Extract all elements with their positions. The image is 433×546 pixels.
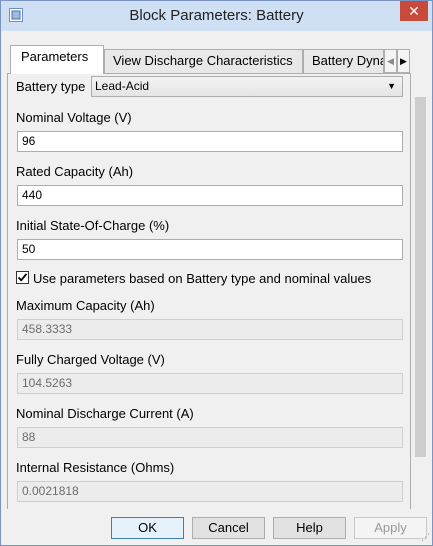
use-preset-checkbox[interactable] (16, 271, 29, 284)
checkmark-icon (17, 273, 28, 282)
battery-type-select[interactable]: Lead-Acid ▼ (91, 76, 403, 97)
button-bar: OK Cancel Help Apply ⋰ (1, 509, 432, 545)
resize-grip-icon[interactable]: ⋰ (421, 532, 430, 543)
tab-view-discharge-characteristics[interactable]: View Discharge Characteristics (104, 49, 303, 73)
scrollbar-thumb[interactable] (415, 97, 426, 457)
nominal-discharge-current-label: Nominal Discharge Current (A) (16, 406, 194, 421)
maximum-capacity-label: Maximum Capacity (Ah) (16, 298, 155, 313)
internal-resistance-label: Internal Resistance (Ohms) (16, 460, 175, 475)
dialog-window: Block Parameters: Battery ✕ Parameters V… (0, 0, 433, 546)
dialog-body: Parameters View Discharge Characteristic… (7, 31, 427, 509)
tab-battery-dynamics[interactable]: Battery Dyna (303, 49, 384, 73)
help-button[interactable]: Help (273, 517, 346, 539)
nominal-voltage-field[interactable]: 96 (17, 131, 403, 152)
nominal-discharge-current-field: 88 (17, 427, 403, 448)
vertical-scrollbar[interactable] (414, 47, 427, 509)
rated-capacity-label: Rated Capacity (Ah) (16, 164, 134, 179)
maximum-capacity-field: 458.3333 (17, 319, 403, 340)
internal-resistance-field: 0.0021818 (17, 481, 403, 502)
use-preset-label: Use parameters based on Battery type and… (33, 271, 372, 286)
close-button[interactable]: ✕ (400, 1, 428, 21)
initial-soc-label: Initial State-Of-Charge (%) (16, 218, 170, 233)
battery-type-value: Lead-Acid (95, 79, 150, 93)
tab-parameters[interactable]: Parameters (10, 45, 104, 74)
cancel-button[interactable]: Cancel (192, 517, 265, 539)
tab-scroll-right-icon[interactable]: ▶ (397, 49, 410, 73)
parameters-panel: Battery type Lead-Acid ▼ Nominal Voltage… (7, 73, 411, 509)
fully-charged-voltage-field: 104.5263 (17, 373, 403, 394)
tab-bar: Parameters View Discharge Characteristic… (7, 45, 413, 74)
title-bar[interactable]: Block Parameters: Battery ✕ (1, 1, 432, 31)
apply-button: Apply (354, 517, 427, 539)
chevron-down-icon: ▼ (387, 81, 396, 91)
fully-charged-voltage-label: Fully Charged Voltage (V) (16, 352, 165, 367)
battery-type-label: Battery type (16, 79, 86, 94)
window-title: Block Parameters: Battery (129, 7, 304, 24)
initial-soc-field[interactable]: 50 (17, 239, 403, 260)
ok-button[interactable]: OK (111, 517, 184, 539)
rated-capacity-field[interactable]: 440 (17, 185, 403, 206)
nominal-voltage-label: Nominal Voltage (V) (16, 110, 132, 125)
tab-scroll-left-icon[interactable]: ◀ (384, 49, 397, 73)
